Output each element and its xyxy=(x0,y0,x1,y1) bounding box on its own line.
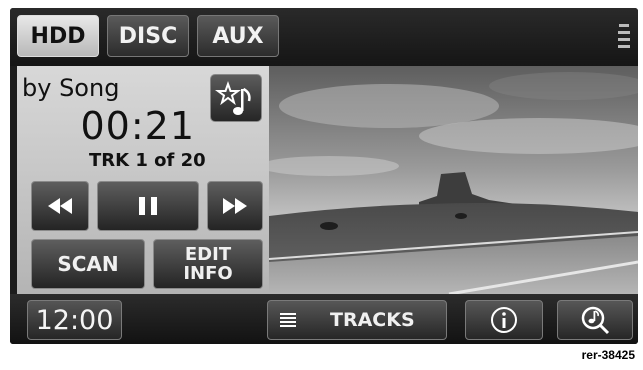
tracks-label: TRACKS xyxy=(330,309,415,331)
now-playing-panel: by Song 00:21 TRK 1 of 20 SCAN EDIT INFO xyxy=(17,66,269,294)
favorite-star-note-icon xyxy=(215,81,251,115)
tab-aux[interactable]: AUX xyxy=(197,15,279,57)
edit-info-button[interactable]: EDIT INFO xyxy=(153,239,263,289)
search-music-icon xyxy=(581,306,610,335)
menu-icon[interactable] xyxy=(616,22,632,52)
reference-code: rer-38425 xyxy=(577,344,639,366)
clock-button[interactable]: 12:00 xyxy=(27,300,122,340)
pause-button[interactable] xyxy=(97,181,199,231)
fast-forward-button[interactable] xyxy=(207,181,263,231)
radio-screen: HDD DISC AUX by Song 00:21 TRK 1 of 20 S… xyxy=(10,8,638,344)
fast-forward-icon xyxy=(223,198,247,214)
tracks-button[interactable]: TRACKS xyxy=(267,300,447,340)
browse-mode-label: by Song xyxy=(22,74,120,102)
scan-button[interactable]: SCAN xyxy=(31,239,145,289)
tab-hdd[interactable]: HDD xyxy=(17,15,99,57)
edit-info-line2: INFO xyxy=(183,263,233,284)
edit-info-line1: EDIT xyxy=(184,244,232,265)
music-search-button[interactable] xyxy=(557,300,633,340)
favorite-button[interactable] xyxy=(210,74,262,122)
rewind-icon xyxy=(48,198,72,214)
info-button[interactable] xyxy=(465,300,543,340)
elapsed-time: 00:21 xyxy=(80,104,195,148)
list-icon xyxy=(280,313,296,327)
source-bar: HDD DISC AUX xyxy=(10,8,638,66)
pause-icon xyxy=(139,197,157,215)
bottom-bar: 12:00 TRACKS xyxy=(10,294,638,344)
album-art-image xyxy=(269,66,638,294)
rewind-button[interactable] xyxy=(31,181,89,231)
track-counter: TRK 1 of 20 xyxy=(89,150,206,171)
info-icon xyxy=(491,307,517,333)
tab-disc[interactable]: DISC xyxy=(107,15,189,57)
